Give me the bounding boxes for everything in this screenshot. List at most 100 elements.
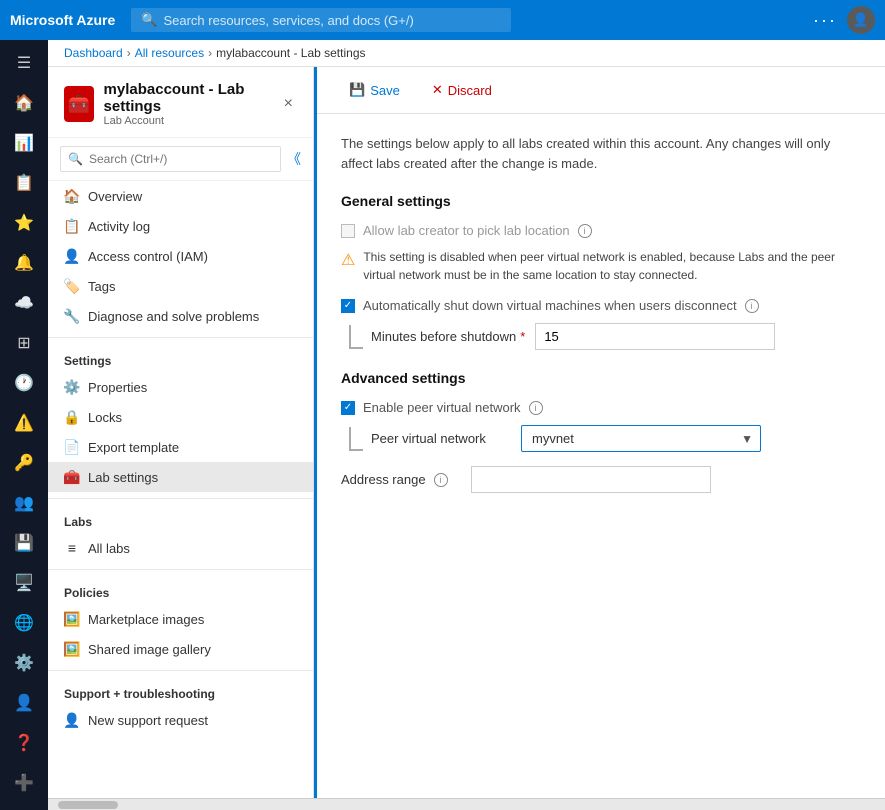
marketplace-images-icon: 🖼️ <box>64 611 80 627</box>
sidebar-icon-help[interactable]: ❓ <box>2 724 46 762</box>
support-section-label: Support + troubleshooting <box>48 677 313 705</box>
nav-item-diagnose[interactable]: 🔧 Diagnose and solve problems <box>48 301 313 331</box>
sidebar-icon-home[interactable]: 🏠 <box>2 84 46 122</box>
nav-item-lab-settings[interactable]: 🧰 Lab settings <box>48 462 313 492</box>
breadcrumb: Dashboard › All resources › mylabaccount… <box>48 40 885 67</box>
sidebar-icon-list[interactable]: 📋 <box>2 164 46 202</box>
sidebar-icon-add[interactable]: ➕ <box>2 764 46 802</box>
nav-item-new-support[interactable]: 👤 New support request <box>48 705 313 735</box>
auto-shutdown-checkbox[interactable]: ✓ <box>341 299 355 313</box>
sidebar-icon-monitor[interactable]: 🖥️ <box>2 564 46 602</box>
avatar[interactable]: 👤 <box>847 6 875 34</box>
sidebar-icon-network[interactable]: 🌐 <box>2 604 46 642</box>
address-range-info-icon[interactable]: i <box>434 473 448 487</box>
allow-lab-creator-checkbox[interactable] <box>341 224 355 238</box>
sidebar-icon-storage[interactable]: 💾 <box>2 524 46 562</box>
sidebar-icon-favorites[interactable]: ⭐ <box>2 204 46 242</box>
sidebar-icon-settings[interactable]: ⚙️ <box>2 644 46 682</box>
search-bar[interactable]: 🔍 <box>131 8 511 32</box>
nav-collapse-button[interactable]: 《 <box>287 149 301 169</box>
close-button[interactable]: × <box>280 91 297 117</box>
minutes-label: Minutes before shutdown * <box>371 329 525 344</box>
top-navigation: Microsoft Azure 🔍 ··· 👤 <box>0 0 885 40</box>
overview-icon: 🏠 <box>64 188 80 204</box>
nav-item-diagnose-label: Diagnose and solve problems <box>88 309 259 324</box>
nav-item-shared-image-gallery[interactable]: 🖼️ Shared image gallery <box>48 634 313 664</box>
enable-peer-network-checkbox[interactable]: ✓ <box>341 401 355 415</box>
peer-virtual-network-row: Peer virtual network myvnet ▼ <box>349 425 861 452</box>
nav-item-properties[interactable]: ⚙️ Properties <box>48 372 313 402</box>
warning-box: ⚠ This setting is disabled when peer vir… <box>341 248 861 284</box>
address-range-row: Address range i <box>341 466 861 493</box>
enable-peer-network-info-icon[interactable]: i <box>529 401 543 415</box>
enable-peer-network-label: Enable peer virtual network <box>363 400 521 415</box>
nav-item-locks-label: Locks <box>88 410 122 425</box>
save-button[interactable]: 💾 Save <box>337 77 412 103</box>
sidebar-icon-menu[interactable]: ☰ <box>2 44 46 82</box>
lab-settings-icon: 🧰 <box>64 469 80 485</box>
nav-item-tags[interactable]: 🏷️ Tags <box>48 271 313 301</box>
auto-shutdown-label: Automatically shut down virtual machines… <box>363 298 737 313</box>
warning-icon: ⚠ <box>341 249 355 273</box>
nav-item-locks[interactable]: 🔒 Locks <box>48 402 313 432</box>
nav-item-activity-log-label: Activity log <box>88 219 150 234</box>
sidebar-icon-cloud[interactable]: ☁️ <box>2 284 46 322</box>
nav-item-marketplace-images[interactable]: 🖼️ Marketplace images <box>48 604 313 634</box>
auto-shutdown-row: ✓ Automatically shut down virtual machin… <box>341 298 861 313</box>
left-nav-panel: 🧰 mylabaccount - Lab settings Lab Accoun… <box>48 67 314 798</box>
peer-network-dropdown[interactable]: myvnet <box>521 425 761 452</box>
sidebar-icon-notifications[interactable]: 🔔 <box>2 244 46 282</box>
nav-search-input[interactable] <box>60 146 281 172</box>
all-labs-icon: ≡ <box>64 540 80 556</box>
scrollbar-thumb[interactable] <box>58 801 118 809</box>
nav-search-icon: 🔍 <box>68 152 83 166</box>
nav-item-activity-log[interactable]: 📋 Activity log <box>48 211 313 241</box>
access-control-icon: 👤 <box>64 248 80 264</box>
breadcrumb-all-resources[interactable]: All resources <box>135 46 204 60</box>
horizontal-scrollbar[interactable] <box>48 798 885 810</box>
nav-search-container: 🔍 《 <box>48 138 313 181</box>
nav-item-access-control[interactable]: 👤 Access control (IAM) <box>48 241 313 271</box>
allow-lab-creator-info-icon[interactable]: i <box>578 224 592 238</box>
nav-item-export-template[interactable]: 📄 Export template <box>48 432 313 462</box>
resource-header: 🧰 mylabaccount - Lab settings Lab Accoun… <box>48 67 313 138</box>
sidebar-icon-users[interactable]: 👥 <box>2 484 46 522</box>
nav-divider-1 <box>48 337 313 338</box>
resource-subtitle: Lab Account <box>104 115 270 127</box>
address-range-input[interactable] <box>471 466 711 493</box>
nav-item-new-support-label: New support request <box>88 713 208 728</box>
discard-button[interactable]: ✕ Discard <box>420 77 504 103</box>
content-body: The settings below apply to all labs cre… <box>317 114 885 513</box>
main-content: 💾 Save ✕ Discard The settings below appl… <box>314 67 885 798</box>
content-area: Dashboard › All resources › mylabaccount… <box>48 40 885 810</box>
warning-text: This setting is disabled when peer virtu… <box>363 248 861 284</box>
save-label: Save <box>370 83 400 98</box>
sidebar-icon-user[interactable]: 👤 <box>2 684 46 722</box>
nav-item-all-labs[interactable]: ≡ All labs <box>48 533 313 563</box>
breadcrumb-current: mylabaccount - Lab settings <box>216 46 365 60</box>
locks-icon: 🔒 <box>64 409 80 425</box>
minutes-required-star: * <box>520 329 525 344</box>
advanced-settings: Advanced settings ✓ Enable peer virtual … <box>341 370 861 493</box>
nav-item-properties-label: Properties <box>88 380 147 395</box>
sidebar-icon-alert[interactable]: ⚠️ <box>2 404 46 442</box>
top-nav-right: ··· 👤 <box>813 6 875 34</box>
properties-icon: ⚙️ <box>64 379 80 395</box>
nav-item-export-template-label: Export template <box>88 440 179 455</box>
sidebar-icon-key[interactable]: 🔑 <box>2 444 46 482</box>
resource-title: mylabaccount - Lab settings <box>104 81 270 115</box>
search-input[interactable] <box>163 13 501 28</box>
breadcrumb-dashboard[interactable]: Dashboard <box>64 46 123 60</box>
info-text: The settings below apply to all labs cre… <box>341 134 861 173</box>
auto-shutdown-info-icon[interactable]: i <box>745 299 759 313</box>
general-settings-title: General settings <box>341 193 861 209</box>
nav-item-overview[interactable]: 🏠 Overview <box>48 181 313 211</box>
export-template-icon: 📄 <box>64 439 80 455</box>
icon-sidebar: ☰ 🏠 📊 📋 ⭐ 🔔 ☁️ ⊞ 🕐 ⚠️ 🔑 👥 💾 🖥️ 🌐 ⚙️ 👤 ❓ … <box>0 40 48 810</box>
minutes-input[interactable] <box>535 323 775 350</box>
sidebar-icon-grid[interactable]: ⊞ <box>2 324 46 362</box>
indent-line <box>349 325 363 349</box>
sidebar-icon-dashboard[interactable]: 📊 <box>2 124 46 162</box>
sidebar-icon-time[interactable]: 🕐 <box>2 364 46 402</box>
more-options-icon[interactable]: ··· <box>813 10 837 31</box>
